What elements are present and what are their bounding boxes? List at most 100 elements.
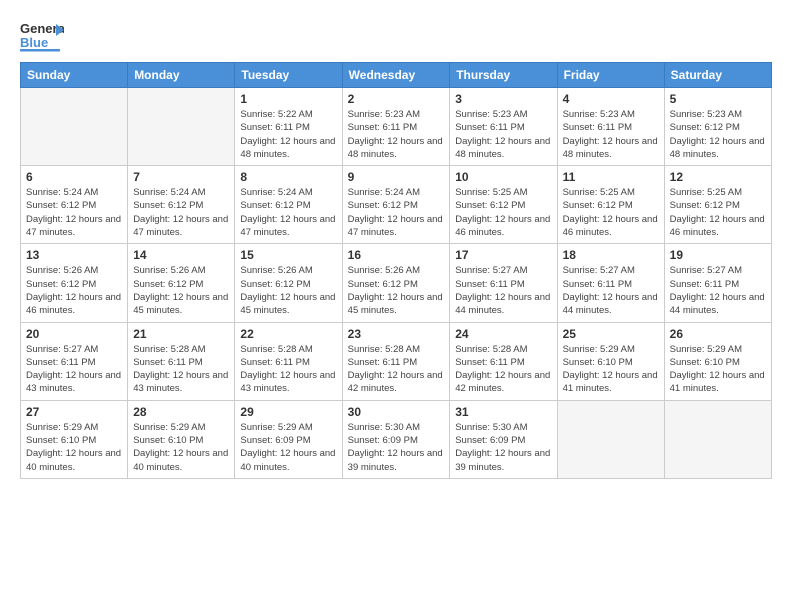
calendar-cell: 31 Sunrise: 5:30 AMSunset: 6:09 PMDayligh… <box>450 400 557 478</box>
week-row-2: 6Sunrise: 5:24 AMSunset: 6:12 PMDaylight… <box>21 166 772 244</box>
calendar-cell: 27 Sunrise: 5:29 AMSunset: 6:10 PMDayligh… <box>21 400 128 478</box>
svg-text:Blue: Blue <box>20 35 48 50</box>
day-number: 12 <box>670 170 766 184</box>
day-info: Sunrise: 5:30 AMSunset: 6:09 PMDaylight:… <box>455 421 551 474</box>
calendar-cell: 10 Sunrise: 5:25 AMSunset: 6:12 PMDayligh… <box>450 166 557 244</box>
day-info: Sunrise: 5:24 AMSunset: 6:12 PMDaylight:… <box>240 186 336 239</box>
day-info: Sunrise: 5:29 AMSunset: 6:09 PMDaylight:… <box>240 421 336 474</box>
calendar-cell: 4 Sunrise: 5:23 AMSunset: 6:11 PMDaylight… <box>557 88 664 166</box>
day-info: Sunrise: 5:29 AMSunset: 6:10 PMDaylight:… <box>26 421 122 474</box>
calendar-cell: 29 Sunrise: 5:29 AMSunset: 6:09 PMDayligh… <box>235 400 342 478</box>
day-number: 9 <box>348 170 445 184</box>
day-number: 5 <box>670 92 766 106</box>
calendar-cell: 22Sunrise: 5:28 AMSunset: 6:11 PMDayligh… <box>235 322 342 400</box>
calendar-cell: 25 Sunrise: 5:29 AMSunset: 6:10 PMDayligh… <box>557 322 664 400</box>
day-info: Sunrise: 5:26 AMSunset: 6:12 PMDaylight:… <box>348 264 445 317</box>
day-info: Sunrise: 5:28 AMSunset: 6:11 PMDaylight:… <box>240 343 336 396</box>
header: General Blue <box>20 16 772 54</box>
calendar-cell: 8 Sunrise: 5:24 AMSunset: 6:12 PMDaylight… <box>235 166 342 244</box>
calendar-table: SundayMondayTuesdayWednesdayThursdayFrid… <box>20 62 772 479</box>
day-number: 2 <box>348 92 445 106</box>
weekday-header-monday: Monday <box>128 63 235 88</box>
weekday-header-thursday: Thursday <box>450 63 557 88</box>
calendar-cell <box>21 88 128 166</box>
day-number: 1 <box>240 92 336 106</box>
week-row-5: 27 Sunrise: 5:29 AMSunset: 6:10 PMDayligh… <box>21 400 772 478</box>
day-info: Sunrise: 5:27 AMSunset: 6:11 PMDaylight:… <box>670 264 766 317</box>
day-info: Sunrise: 5:23 AMSunset: 6:11 PMDaylight:… <box>348 108 445 161</box>
calendar-cell <box>664 400 771 478</box>
calendar-cell: 16 Sunrise: 5:26 AMSunset: 6:12 PMDayligh… <box>342 244 450 322</box>
day-info: Sunrise: 5:26 AMSunset: 6:12 PMDaylight:… <box>26 264 122 317</box>
weekday-header-row: SundayMondayTuesdayWednesdayThursdayFrid… <box>21 63 772 88</box>
calendar-cell <box>128 88 235 166</box>
day-info: Sunrise: 5:27 AMSunset: 6:11 PMDaylight:… <box>563 264 659 317</box>
day-info: Sunrise: 5:25 AMSunset: 6:12 PMDaylight:… <box>563 186 659 239</box>
calendar-cell: 24Sunrise: 5:28 AMSunset: 6:11 PMDayligh… <box>450 322 557 400</box>
day-number: 28 <box>133 405 229 419</box>
page: General Blue SundayMondayTuesdayWednesda… <box>0 0 792 612</box>
day-number: 13 <box>26 248 122 262</box>
calendar-cell <box>557 400 664 478</box>
calendar-cell: 5 Sunrise: 5:23 AMSunset: 6:12 PMDaylight… <box>664 88 771 166</box>
day-info: Sunrise: 5:27 AMSunset: 6:11 PMDaylight:… <box>26 343 122 396</box>
day-info: Sunrise: 5:24 AMSunset: 6:12 PMDaylight:… <box>348 186 445 239</box>
day-info: Sunrise: 5:28 AMSunset: 6:11 PMDaylight:… <box>133 343 229 396</box>
day-info: Sunrise: 5:28 AMSunset: 6:11 PMDaylight:… <box>348 343 445 396</box>
day-info: Sunrise: 5:29 AMSunset: 6:10 PMDaylight:… <box>563 343 659 396</box>
day-number: 8 <box>240 170 336 184</box>
weekday-header-sunday: Sunday <box>21 63 128 88</box>
day-number: 15 <box>240 248 336 262</box>
day-number: 4 <box>563 92 659 106</box>
calendar-cell: 30Sunrise: 5:30 AMSunset: 6:09 PMDayligh… <box>342 400 450 478</box>
calendar-cell: 3 Sunrise: 5:23 AMSunset: 6:11 PMDaylight… <box>450 88 557 166</box>
day-number: 16 <box>348 248 445 262</box>
day-number: 29 <box>240 405 336 419</box>
day-info: Sunrise: 5:26 AMSunset: 6:12 PMDaylight:… <box>133 264 229 317</box>
logo-icon: General Blue <box>20 16 64 54</box>
weekday-header-wednesday: Wednesday <box>342 63 450 88</box>
day-info: Sunrise: 5:28 AMSunset: 6:11 PMDaylight:… <box>455 343 551 396</box>
calendar-cell: 28 Sunrise: 5:29 AMSunset: 6:10 PMDayligh… <box>128 400 235 478</box>
day-info: Sunrise: 5:22 AMSunset: 6:11 PMDaylight:… <box>240 108 336 161</box>
day-number: 7 <box>133 170 229 184</box>
day-info: Sunrise: 5:30 AMSunset: 6:09 PMDaylight:… <box>348 421 445 474</box>
calendar-cell: 21Sunrise: 5:28 AMSunset: 6:11 PMDayligh… <box>128 322 235 400</box>
day-info: Sunrise: 5:23 AMSunset: 6:12 PMDaylight:… <box>670 108 766 161</box>
weekday-header-saturday: Saturday <box>664 63 771 88</box>
calendar-cell: 9 Sunrise: 5:24 AMSunset: 6:12 PMDaylight… <box>342 166 450 244</box>
day-number: 20 <box>26 327 122 341</box>
calendar-cell: 14 Sunrise: 5:26 AMSunset: 6:12 PMDayligh… <box>128 244 235 322</box>
day-number: 18 <box>563 248 659 262</box>
day-number: 3 <box>455 92 551 106</box>
day-info: Sunrise: 5:27 AMSunset: 6:11 PMDaylight:… <box>455 264 551 317</box>
day-number: 10 <box>455 170 551 184</box>
calendar-cell: 26 Sunrise: 5:29 AMSunset: 6:10 PMDayligh… <box>664 322 771 400</box>
day-number: 31 <box>455 405 551 419</box>
calendar-cell: 11 Sunrise: 5:25 AMSunset: 6:12 PMDayligh… <box>557 166 664 244</box>
day-number: 26 <box>670 327 766 341</box>
week-row-1: 1 Sunrise: 5:22 AMSunset: 6:11 PMDaylight… <box>21 88 772 166</box>
day-info: Sunrise: 5:25 AMSunset: 6:12 PMDaylight:… <box>455 186 551 239</box>
day-number: 19 <box>670 248 766 262</box>
calendar-cell: 12 Sunrise: 5:25 AMSunset: 6:12 PMDayligh… <box>664 166 771 244</box>
day-info: Sunrise: 5:24 AMSunset: 6:12 PMDaylight:… <box>133 186 229 239</box>
calendar-cell: 7 Sunrise: 5:24 AMSunset: 6:12 PMDaylight… <box>128 166 235 244</box>
week-row-4: 20 Sunrise: 5:27 AMSunset: 6:11 PMDayligh… <box>21 322 772 400</box>
calendar-cell: 1 Sunrise: 5:22 AMSunset: 6:11 PMDaylight… <box>235 88 342 166</box>
day-info: Sunrise: 5:25 AMSunset: 6:12 PMDaylight:… <box>670 186 766 239</box>
calendar-cell: 23 Sunrise: 5:28 AMSunset: 6:11 PMDayligh… <box>342 322 450 400</box>
day-number: 23 <box>348 327 445 341</box>
weekday-header-friday: Friday <box>557 63 664 88</box>
day-number: 11 <box>563 170 659 184</box>
day-info: Sunrise: 5:23 AMSunset: 6:11 PMDaylight:… <box>455 108 551 161</box>
day-info: Sunrise: 5:29 AMSunset: 6:10 PMDaylight:… <box>133 421 229 474</box>
day-number: 25 <box>563 327 659 341</box>
weekday-header-tuesday: Tuesday <box>235 63 342 88</box>
calendar-cell: 19 Sunrise: 5:27 AMSunset: 6:11 PMDayligh… <box>664 244 771 322</box>
day-info: Sunrise: 5:29 AMSunset: 6:10 PMDaylight:… <box>670 343 766 396</box>
day-info: Sunrise: 5:23 AMSunset: 6:11 PMDaylight:… <box>563 108 659 161</box>
day-number: 27 <box>26 405 122 419</box>
day-number: 14 <box>133 248 229 262</box>
day-number: 17 <box>455 248 551 262</box>
